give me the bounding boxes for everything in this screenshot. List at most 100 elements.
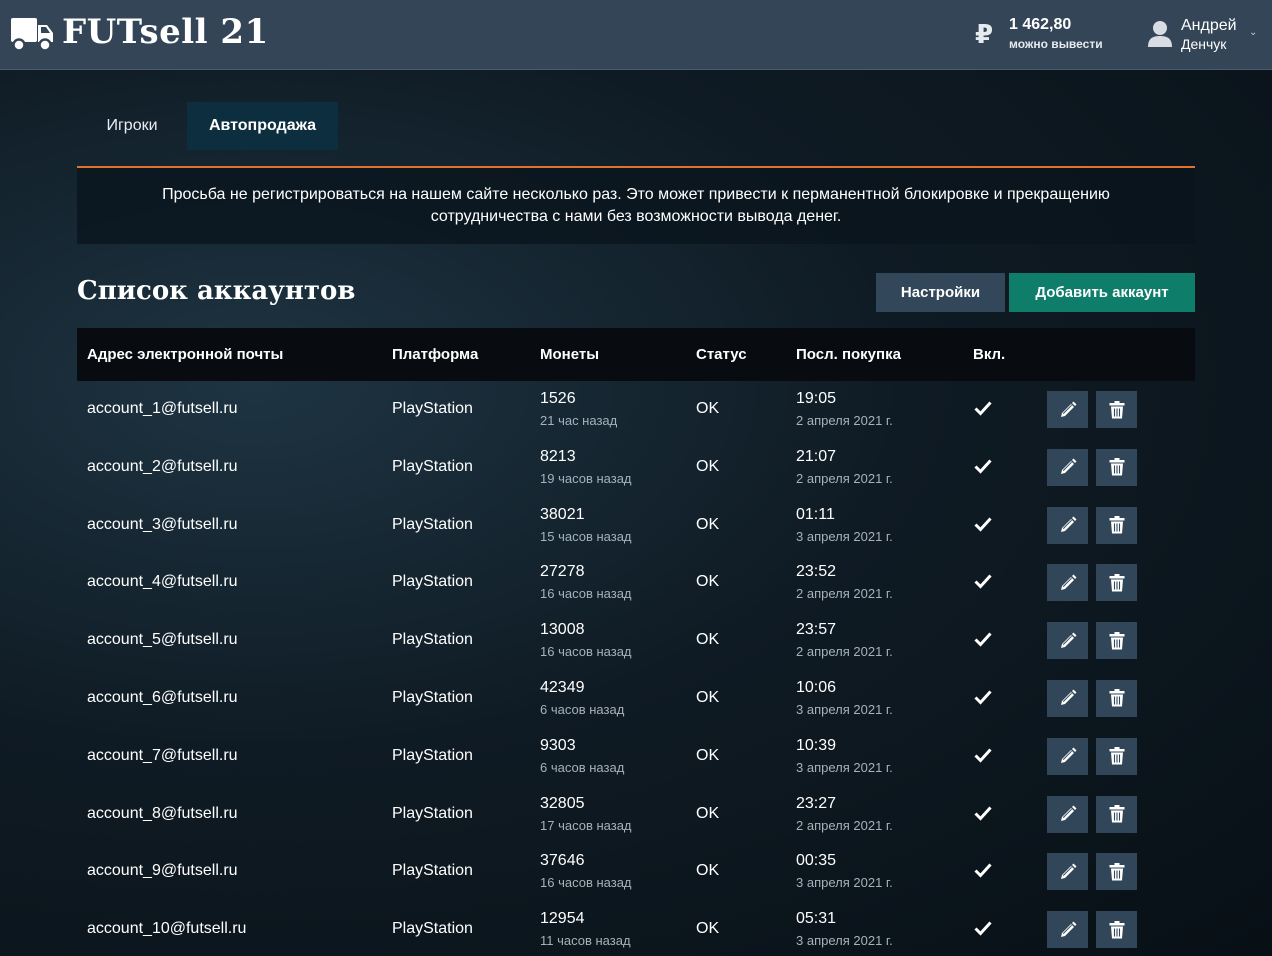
page-title: Список аккаунтов: [77, 276, 356, 306]
edit-button[interactable]: [1047, 391, 1088, 428]
last-purchase-date: 2 апреля 2021 г.: [796, 413, 893, 428]
table-row: account_7@futsell.ru PlayStation 9303 6 …: [77, 728, 1195, 786]
delete-button[interactable]: [1096, 448, 1137, 486]
edit-button[interactable]: [1047, 737, 1088, 775]
account-platform: PlayStation: [392, 457, 473, 475]
pencil-icon: [1060, 805, 1076, 822]
edit-button[interactable]: [1047, 853, 1088, 891]
coins-updated-ago: 6 часов назад: [540, 759, 625, 775]
account-coins: 13008: [540, 621, 585, 639]
pencil-icon: [1060, 574, 1076, 590]
user-icon[interactable]: [1147, 20, 1173, 48]
delete-button[interactable]: [1096, 853, 1137, 891]
edit-button[interactable]: [1047, 448, 1088, 486]
delete-button[interactable]: [1096, 911, 1137, 949]
last-purchase-time: 00:35: [796, 852, 837, 870]
table-header: Адрес электронной почты Платформа Монеты…: [77, 328, 1195, 381]
coins-updated-ago: 19 часов назад: [540, 470, 632, 486]
account-email: account_1@futsell.ru: [87, 400, 238, 417]
user-last-name[interactable]: Денчук: [1181, 36, 1226, 52]
chevron-down-icon[interactable]: ⌄: [1249, 27, 1257, 38]
checkmark-icon[interactable]: [974, 400, 992, 416]
checkmark-icon[interactable]: [974, 689, 992, 705]
last-purchase-time: 21:07: [796, 447, 837, 465]
table-row: account_9@futsell.ru PlayStation 37646 1…: [77, 843, 1195, 901]
account-status: OK: [696, 688, 720, 706]
delete-button[interactable]: [1096, 564, 1137, 602]
last-purchase-date: 3 апреля 2021 г.: [796, 701, 893, 717]
delete-button[interactable]: [1096, 391, 1137, 428]
account-email: account_8@futsell.ru: [87, 804, 238, 822]
checkmark-icon[interactable]: [974, 516, 992, 532]
account-coins: 8213: [540, 447, 576, 465]
settings-button[interactable]: Настройки: [876, 273, 1005, 312]
account-status: OK: [696, 920, 720, 938]
edit-button[interactable]: [1047, 679, 1088, 717]
checkmark-icon[interactable]: [974, 862, 992, 879]
accounts-table: Адрес электронной почты Платформа Монеты…: [77, 328, 1195, 956]
pencil-icon: [1060, 747, 1076, 764]
edit-button[interactable]: [1047, 564, 1088, 602]
delete-button[interactable]: [1096, 737, 1137, 775]
coins-updated-ago: 6 часов назад: [540, 701, 625, 717]
checkmark-icon[interactable]: [974, 631, 992, 647]
top-header: FUTsell 21 ₽ 1 462,80 можно вывести Андр…: [0, 0, 1272, 70]
account-coins: 42349: [540, 678, 585, 696]
delete-button[interactable]: [1096, 622, 1137, 660]
trash-icon: [1109, 805, 1124, 823]
checkmark-icon[interactable]: [974, 920, 992, 936]
pencil-icon: [1060, 921, 1076, 937]
last-purchase-date: 2 апреля 2021 г.: [796, 470, 893, 486]
account-platform: PlayStation: [392, 920, 473, 938]
last-purchase-date: 3 апреля 2021 г.: [796, 933, 893, 949]
column-header-status: Статус: [696, 346, 747, 363]
account-platform: PlayStation: [392, 862, 473, 880]
pencil-icon: [1060, 401, 1076, 417]
edit-button[interactable]: [1047, 795, 1088, 833]
tab-autosale[interactable]: Автопродажа: [187, 102, 338, 150]
coins-updated-ago: 21 час назад: [540, 413, 618, 428]
account-email: account_3@futsell.ru: [87, 515, 238, 533]
edit-button[interactable]: [1047, 622, 1088, 660]
table-row: account_5@futsell.ru PlayStation 13008 1…: [77, 612, 1195, 670]
last-purchase-date: 3 апреля 2021 г.: [796, 528, 893, 544]
account-email: account_6@futsell.ru: [87, 688, 238, 706]
checkmark-icon[interactable]: [974, 458, 992, 474]
account-email: account_9@futsell.ru: [87, 862, 238, 880]
ruble-icon: ₽: [975, 20, 994, 50]
account-email: account_4@futsell.ru: [87, 573, 238, 591]
account-coins: 37646: [540, 852, 585, 870]
last-purchase-time: 05:31: [796, 910, 837, 928]
trash-icon: [1109, 747, 1124, 765]
last-purchase-time: 10:39: [796, 736, 837, 754]
account-email: account_10@futsell.ru: [87, 920, 247, 938]
user-first-name[interactable]: Андрей: [1181, 17, 1237, 35]
table-row: account_10@futsell.ru PlayStation 12954 …: [77, 901, 1195, 956]
pencil-icon: [1060, 458, 1076, 475]
delete-button[interactable]: [1096, 506, 1137, 544]
account-platform: PlayStation: [392, 573, 473, 591]
checkmark-icon[interactable]: [974, 805, 992, 821]
delete-button[interactable]: [1096, 795, 1137, 833]
account-status: OK: [696, 573, 720, 591]
last-purchase-time: 01:11: [796, 505, 835, 523]
checkmark-icon[interactable]: [974, 747, 992, 763]
pencil-icon: [1060, 516, 1076, 533]
trash-icon: [1109, 573, 1124, 592]
brand-logo-text[interactable]: FUTsell 21: [62, 12, 269, 52]
edit-button[interactable]: [1047, 911, 1088, 949]
add-account-button[interactable]: Добавить аккаунт: [1009, 273, 1195, 312]
coins-updated-ago: 16 часов назад: [540, 644, 632, 660]
last-purchase-time: 10:06: [796, 678, 837, 696]
checkmark-icon[interactable]: [974, 573, 992, 590]
trash-icon: [1109, 516, 1124, 534]
delete-button[interactable]: [1096, 679, 1137, 717]
account-platform: PlayStation: [392, 804, 473, 822]
delivery-truck-icon[interactable]: [10, 14, 54, 54]
column-header-last-purchase: Посл. покупка: [796, 346, 901, 363]
tab-players[interactable]: Игроки: [77, 102, 187, 150]
coins-updated-ago: 16 часов назад: [540, 586, 632, 602]
account-status: OK: [696, 457, 720, 475]
column-header-coins: Монеты: [540, 346, 600, 363]
edit-button[interactable]: [1047, 506, 1088, 544]
